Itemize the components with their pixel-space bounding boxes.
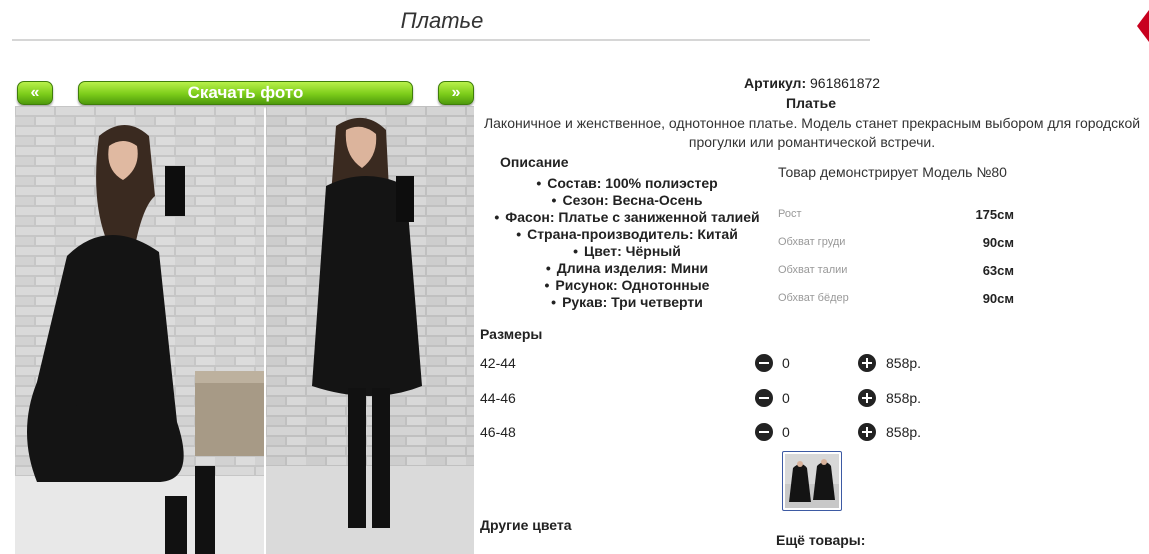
size-label: 42-44 — [480, 355, 516, 371]
spec-item: Страна-производитель: Китай — [476, 226, 778, 243]
next-photo-button[interactable]: » — [438, 81, 474, 105]
measurement-label: Рост — [778, 208, 802, 220]
more-goods-heading: Ещё товары: — [776, 532, 866, 548]
side-tab-icon[interactable] — [1137, 10, 1149, 42]
minus-icon[interactable] — [755, 423, 773, 441]
photo-thumbnail[interactable] — [782, 451, 842, 511]
other-colors-heading: Другие цвета — [480, 517, 572, 533]
article-value: 961861872 — [810, 75, 881, 91]
spec-item: Рисунок: Однотонные — [476, 277, 778, 294]
prev-photo-button[interactable]: « — [17, 81, 53, 105]
size-price: 858р. — [886, 390, 922, 406]
article-line: Артикул: 961861872 — [744, 75, 880, 91]
spec-item: Рукав: Три четверти — [476, 294, 778, 311]
spec-item: Цвет: Чёрный — [476, 243, 778, 260]
specs-list: Состав: 100% полиэстер Сезон: Весна-Осен… — [476, 175, 778, 311]
measurement-row: Обхват бёдер 90см — [778, 289, 1014, 317]
measurement-label: Обхват талии — [778, 264, 848, 276]
size-row: 44-46 0 858р. — [480, 389, 950, 409]
size-row: 42-44 0 858р. — [480, 354, 950, 374]
plus-icon[interactable] — [858, 389, 876, 407]
minus-icon[interactable] — [755, 389, 773, 407]
page-title: Платье — [400, 8, 484, 33]
spec-item: Состав: 100% полиэстер — [476, 175, 778, 192]
spec-item: Сезон: Весна-Осень — [476, 192, 778, 209]
measurement-row: Рост 175см — [778, 205, 1014, 233]
size-label: 46-48 — [480, 424, 516, 440]
size-label: 44-46 — [480, 390, 516, 406]
model-measurements: Рост 175см Обхват груди 90см Обхват тали… — [778, 205, 1014, 317]
quantity-value: 0 — [782, 355, 790, 371]
quantity-value: 0 — [782, 390, 790, 406]
plus-icon[interactable] — [858, 423, 876, 441]
measurement-label: Обхват груди — [778, 236, 846, 248]
measurement-value: 90см — [982, 291, 1014, 306]
measurement-row: Обхват груди 90см — [778, 233, 1014, 261]
measurement-label: Обхват бёдер — [778, 292, 849, 304]
plus-icon[interactable] — [858, 354, 876, 372]
product-photo-1[interactable] — [15, 106, 264, 554]
size-price: 858р. — [886, 424, 922, 440]
measurement-value: 63см — [982, 263, 1014, 278]
measurement-value: 175см — [975, 207, 1014, 222]
model-caption: Товар демонстрирует Модель №80 — [778, 164, 1007, 180]
product-photo-2[interactable] — [266, 106, 474, 554]
minus-icon[interactable] — [755, 354, 773, 372]
specs-heading: Описание — [500, 154, 569, 170]
product-description: Лаконичное и женственное, однотонное пла… — [483, 115, 1141, 150]
measurement-row: Обхват талии 63см — [778, 261, 1014, 289]
spec-item: Фасон: Платье с заниженной талией — [476, 209, 778, 226]
download-photo-button[interactable]: Скачать фото — [78, 81, 413, 105]
article-label: Артикул: — [744, 75, 807, 91]
title-divider — [12, 39, 870, 41]
quantity-value: 0 — [782, 424, 790, 440]
sizes-heading: Размеры — [480, 326, 543, 342]
product-name: Платье — [786, 95, 836, 111]
measurement-value: 90см — [982, 235, 1014, 250]
spec-item: Длина изделия: Мини — [476, 260, 778, 277]
size-price: 858р. — [886, 355, 922, 371]
size-row: 46-48 0 858р. — [480, 423, 950, 443]
